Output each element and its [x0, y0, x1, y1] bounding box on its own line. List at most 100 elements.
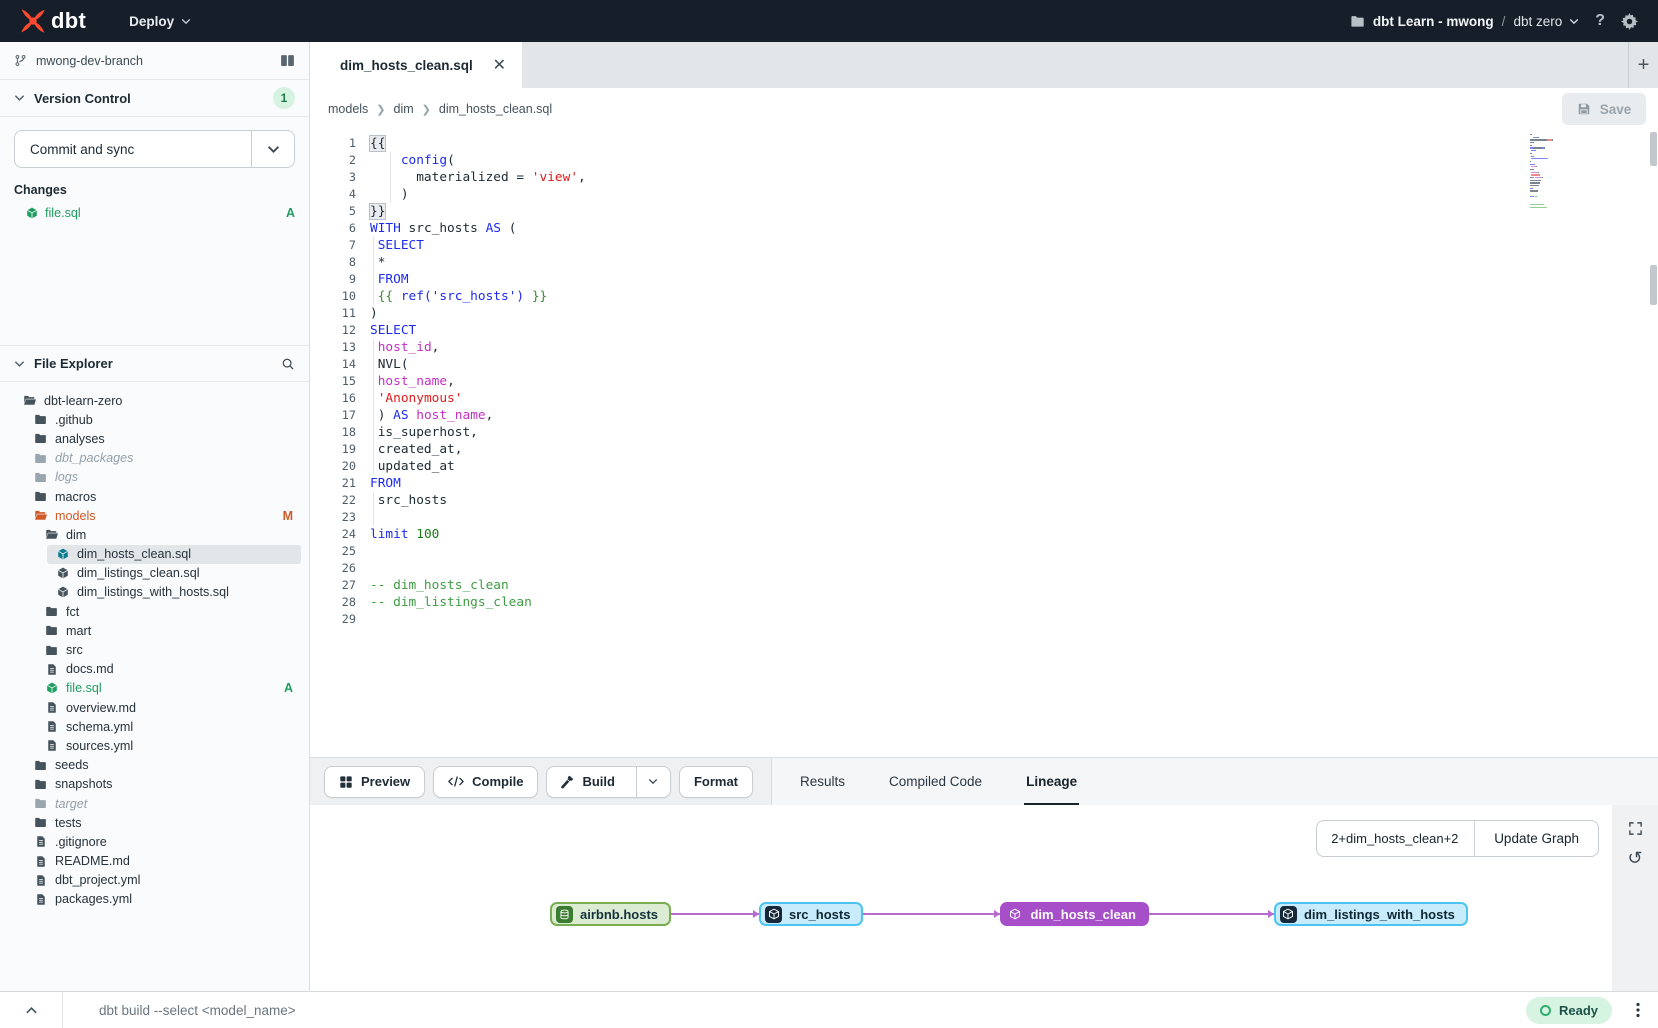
- scrollbar-handle[interactable]: [1650, 132, 1657, 166]
- build-button[interactable]: Build: [546, 766, 671, 798]
- code-token: is_superhost,: [370, 425, 478, 440]
- lineage-edge: [1149, 913, 1274, 915]
- tree-item-tests[interactable]: tests: [0, 813, 309, 832]
- branch-row[interactable]: mwong-dev-branch: [0, 42, 309, 80]
- minimap[interactable]: [1530, 134, 1560, 212]
- lineage-toolbar-rail: ↺: [1612, 805, 1658, 991]
- changed-file-row[interactable]: file.sql A: [0, 202, 309, 224]
- tree-item-readme-md[interactable]: README.md: [0, 852, 309, 871]
- tree-item-seeds[interactable]: seeds: [0, 756, 309, 775]
- lineage-node-dim-listings-with-hosts[interactable]: dim_listings_with_hosts: [1274, 902, 1468, 926]
- tree-item-dim-listings-clean-sql[interactable]: dim_listings_clean.sql: [0, 564, 309, 583]
- tree-item-dim[interactable]: dim: [0, 525, 309, 544]
- tree-item-dim-listings-with-hosts-sql[interactable]: dim_listings_with_hosts.sql: [0, 583, 309, 602]
- tree-item-snapshots[interactable]: snapshots: [0, 775, 309, 794]
- reset-icon[interactable]: ↺: [1627, 851, 1642, 865]
- compile-button[interactable]: Compile: [433, 766, 538, 798]
- line-number-gutter: 1234567891011121314151617181920212223242…: [310, 135, 356, 628]
- save-label: Save: [1600, 102, 1632, 117]
- code-token: -- dim_listings_clean: [370, 595, 532, 610]
- tree-item-models[interactable]: modelsM: [0, 506, 309, 525]
- tree-item-mart[interactable]: mart: [0, 621, 309, 640]
- close-icon[interactable]: ✕: [493, 55, 506, 75]
- new-tab-button[interactable]: +: [1628, 42, 1658, 88]
- code-token: limit: [370, 527, 409, 542]
- chevron-down-icon: [14, 360, 25, 368]
- indent-guide: [373, 339, 374, 356]
- tree-item-logs[interactable]: logs: [0, 468, 309, 487]
- minimap-line: [1530, 204, 1560, 205]
- line-number: 8: [310, 254, 356, 271]
- breadcrumb-item-dim[interactable]: dim: [394, 102, 414, 116]
- code-token: updated_at: [370, 459, 455, 474]
- tree-item-github[interactable]: .github: [0, 410, 309, 429]
- folder-open-icon: [22, 394, 37, 407]
- code-editor[interactable]: 1234567891011121314151617181920212223242…: [310, 130, 1658, 757]
- chevron-up-icon[interactable]: [0, 1006, 62, 1015]
- update-graph-button[interactable]: Update Graph: [1474, 821, 1598, 856]
- code-line: 'Anonymous': [370, 390, 586, 407]
- gear-icon[interactable]: [1621, 13, 1638, 30]
- tree-item-dim-hosts-clean-sql[interactable]: dim_hosts_clean.sql: [0, 545, 309, 564]
- commit-and-sync-label[interactable]: Commit and sync: [15, 131, 252, 167]
- panel-tab-results[interactable]: Results: [798, 758, 847, 805]
- code-content[interactable]: {{ config( materialized = 'view', )}}WIT…: [370, 135, 586, 628]
- command-input[interactable]: dbt build --select <model_name>: [99, 1003, 296, 1018]
- panel-tab-compiled-code[interactable]: Compiled Code: [887, 758, 984, 805]
- version-control-header[interactable]: Version Control 1: [0, 80, 309, 117]
- code-line: -- dim_hosts_clean: [370, 577, 586, 594]
- preview-button[interactable]: Preview: [324, 766, 425, 798]
- scrollbar-handle[interactable]: [1650, 265, 1657, 305]
- tree-item-dbt-project-yml[interactable]: dbt_project.yml: [0, 871, 309, 890]
- lineage-node-src-hosts[interactable]: src_hosts: [759, 902, 863, 926]
- build-options-dropdown[interactable]: [636, 767, 670, 797]
- code-token: ): [370, 306, 378, 321]
- tree-item-overview-md[interactable]: overview.md: [0, 698, 309, 717]
- tree-item-docs-md[interactable]: docs.md: [0, 660, 309, 679]
- lineage-node-dim-hosts-clean[interactable]: dim_hosts_clean: [1000, 902, 1149, 926]
- tree-item-fct[interactable]: fct: [0, 602, 309, 621]
- tree-item-label: README.md: [55, 854, 130, 868]
- tree-item-sources-yml[interactable]: sources.yml: [0, 736, 309, 755]
- environment-name[interactable]: dbt zero: [1513, 14, 1579, 29]
- tree-item-analyses[interactable]: analyses: [0, 429, 309, 448]
- minimap-line: [1530, 137, 1560, 138]
- project-selector[interactable]: dbt Learn - mwong / dbt zero: [1350, 14, 1579, 29]
- tree-item-dbt-packages[interactable]: dbt_packages: [0, 449, 309, 468]
- panel-tab-lineage[interactable]: Lineage: [1024, 758, 1079, 805]
- search-icon[interactable]: [281, 357, 295, 371]
- code-token: ,: [447, 374, 455, 389]
- commit-options-dropdown[interactable]: [252, 131, 294, 167]
- minimap-line: [1530, 169, 1560, 170]
- tree-item-gitignore[interactable]: .gitignore: [0, 832, 309, 851]
- lineage-node-airbnb-hosts[interactable]: airbnb.hosts: [550, 902, 671, 926]
- dbt-logo[interactable]: dbt: [0, 8, 110, 34]
- commit-and-sync-button[interactable]: Commit and sync: [14, 130, 295, 168]
- tree-item-label: file.sql: [66, 681, 102, 695]
- lineage-node-label: airbnb.hosts: [580, 907, 658, 922]
- tree-item-src[interactable]: src: [0, 640, 309, 659]
- kebab-icon[interactable]: [1636, 1002, 1640, 1018]
- tree-item-target[interactable]: target: [0, 794, 309, 813]
- fullscreen-icon[interactable]: [1628, 821, 1643, 836]
- tree-item-file-sql[interactable]: file.sqlA: [0, 679, 309, 698]
- lineage-selector-input[interactable]: 2+dim_hosts_clean+2: [1317, 821, 1474, 856]
- tree-item-packages-yml[interactable]: packages.yml: [0, 890, 309, 909]
- tree-item-macros[interactable]: macros: [0, 487, 309, 506]
- file-explorer-header[interactable]: File Explorer: [0, 345, 309, 382]
- help-icon[interactable]: ?: [1595, 12, 1605, 30]
- save-button[interactable]: Save: [1562, 93, 1646, 125]
- status-badge: Ready: [1526, 997, 1612, 1024]
- tree-item-schema-yml[interactable]: schema.yml: [0, 717, 309, 736]
- minimap-line: [1530, 182, 1560, 183]
- split-view-icon[interactable]: [280, 53, 295, 68]
- line-number: 29: [310, 611, 356, 628]
- breadcrumb-item-dim-hosts-clean-sql[interactable]: dim_hosts_clean.sql: [439, 102, 552, 116]
- tab-dim-hosts-clean[interactable]: dim_hosts_clean.sql ✕: [310, 42, 522, 88]
- indent-guide: [373, 237, 374, 254]
- format-button[interactable]: Format: [679, 766, 753, 798]
- code-token: ,: [432, 340, 440, 355]
- nav-item-deploy[interactable]: Deploy: [110, 0, 246, 42]
- breadcrumb-item-models[interactable]: models: [328, 102, 368, 116]
- tree-item-dbt-learn-zero[interactable]: dbt-learn-zero: [0, 391, 309, 410]
